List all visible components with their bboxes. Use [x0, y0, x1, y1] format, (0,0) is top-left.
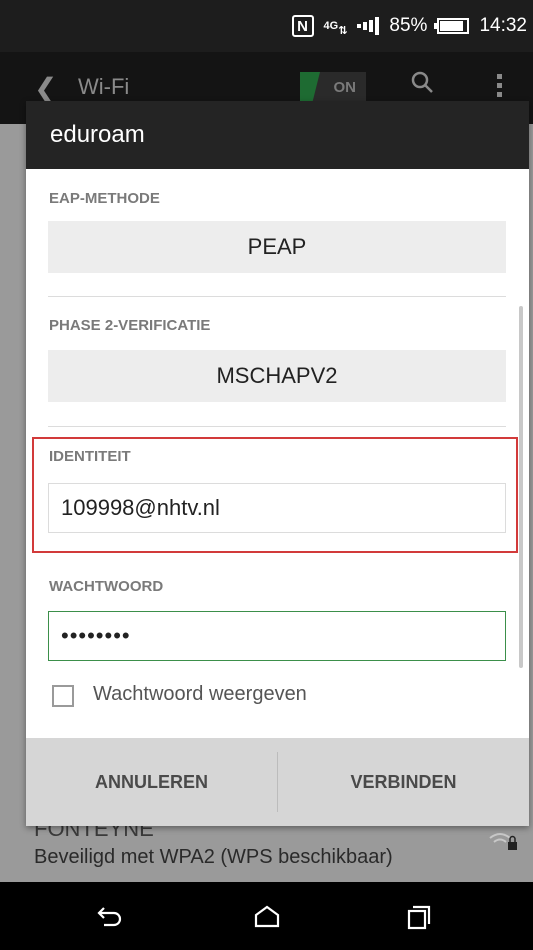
overflow-menu-icon[interactable]	[497, 74, 502, 101]
back-arrow-icon[interactable]	[96, 904, 126, 930]
dialog-title: eduroam	[50, 121, 145, 148]
battery-icon	[434, 18, 470, 34]
dialog-body: EAP-METHODE PEAP PHASE 2-VERIFICATIE MSC…	[26, 169, 529, 738]
dialog-footer: ANNULEREN VERBINDEN	[26, 738, 529, 826]
show-password-checkbox[interactable]	[52, 685, 74, 707]
network-label: 4G	[323, 20, 339, 32]
app-bar-title: Wi-Fi	[78, 74, 130, 99]
clock: 14:32	[479, 15, 527, 36]
scrollbar[interactable]	[519, 306, 523, 668]
divider	[48, 296, 506, 297]
wifi-toggle[interactable]: ON	[300, 72, 366, 104]
status-bar: N 4G ⇅ 85% 14:32	[0, 0, 533, 52]
recents-icon[interactable]	[404, 904, 434, 930]
home-icon[interactable]	[252, 904, 282, 930]
signal-icon	[357, 17, 380, 35]
connect-button[interactable]: VERBINDEN	[278, 738, 529, 826]
wifi-lock-icon	[489, 833, 517, 850]
identity-input[interactable]: 109998@nhtv.nl	[48, 483, 506, 533]
nfc-icon: N	[291, 15, 314, 37]
nfc-letter: N	[297, 17, 308, 35]
network-security: Beveiligd met WPA2 (WPS beschikbaar)	[34, 846, 393, 868]
toggle-label: ON	[333, 79, 357, 96]
cancel-button[interactable]: ANNULEREN	[26, 738, 277, 826]
phase2-select[interactable]: MSCHAPV2	[48, 350, 506, 402]
wifi-config-dialog: eduroam EAP-METHODE PEAP PHASE 2-VERIFIC…	[26, 101, 529, 826]
password-label: WACHTWOORD	[49, 578, 164, 595]
password-input[interactable]: ••••••••	[48, 611, 506, 661]
phase2-label: PHASE 2-VERIFICATIE	[49, 317, 211, 334]
search-icon[interactable]	[410, 70, 434, 94]
battery-fill	[440, 21, 463, 31]
eap-method-select[interactable]: PEAP	[48, 221, 506, 273]
identity-label: IDENTITEIT	[49, 448, 131, 465]
navigation-bar	[0, 882, 533, 950]
eap-method-label: EAP-METHODE	[49, 190, 160, 207]
toggle-on-indicator	[300, 72, 320, 104]
dialog-header: eduroam	[26, 101, 529, 169]
battery-percent: 85%	[389, 15, 428, 36]
divider	[48, 426, 506, 427]
show-password-label[interactable]: Wachtwoord weergeven	[93, 683, 307, 706]
network-type-icon: 4G ⇅	[323, 20, 348, 37]
